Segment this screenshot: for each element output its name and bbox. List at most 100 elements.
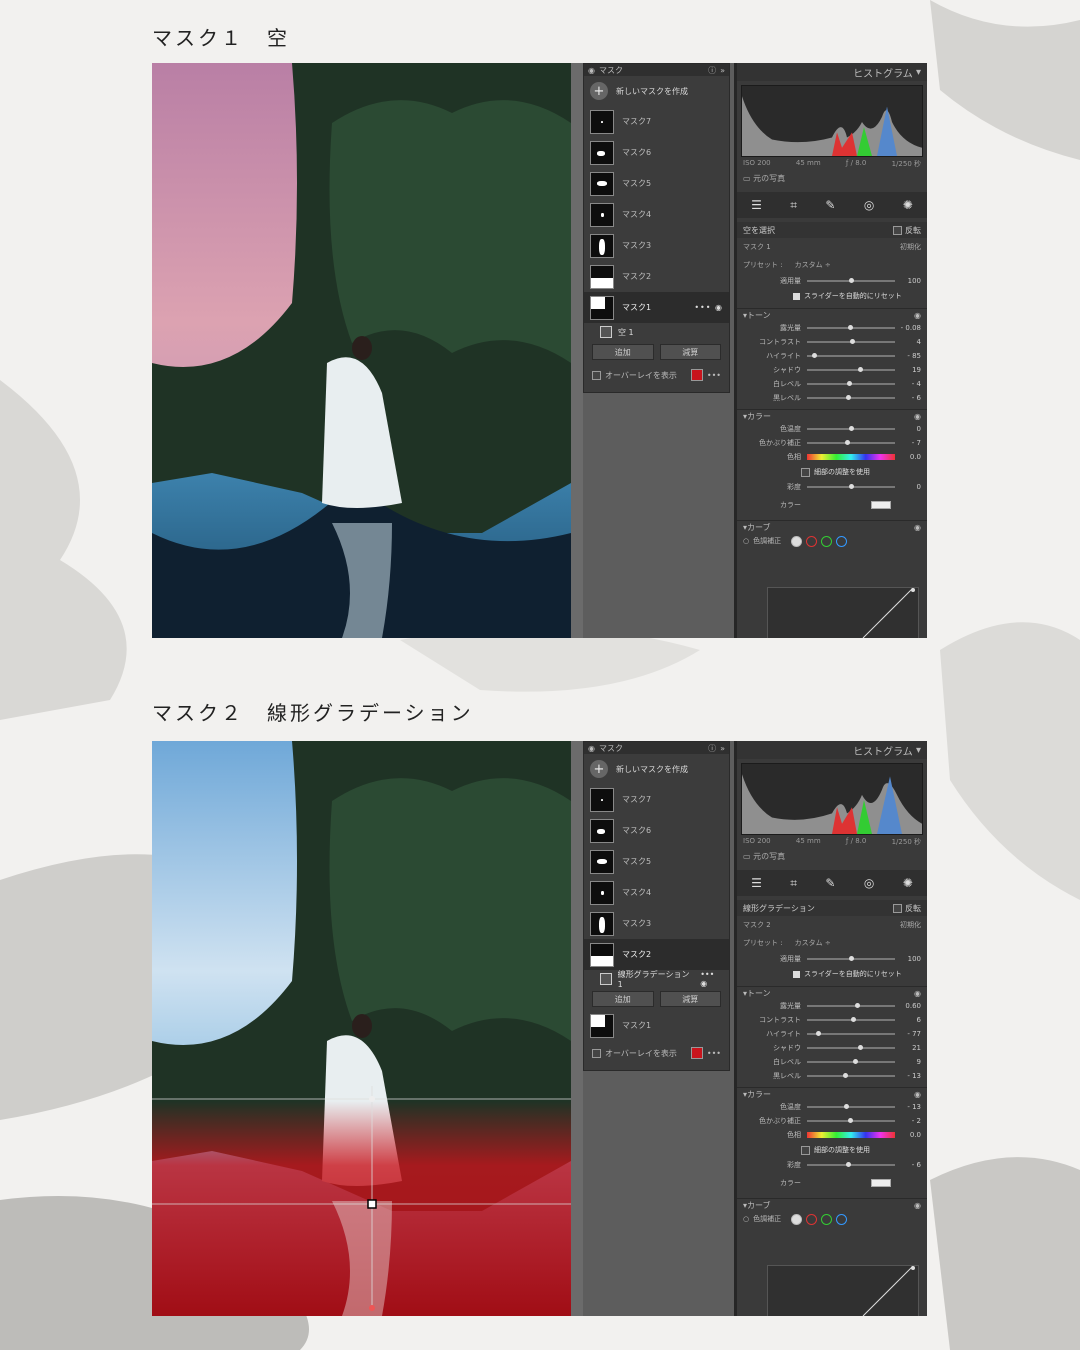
masking-icon[interactable]: ✺ — [903, 876, 913, 890]
original-photo-toggle[interactable]: ▭ 元の写真 — [737, 171, 927, 186]
curve-point-icon[interactable] — [791, 1213, 803, 1225]
overlay-color-swatch[interactable] — [690, 369, 703, 381]
color-swatch[interactable] — [871, 501, 891, 509]
curve-red-icon[interactable] — [806, 535, 818, 547]
adjustment-slider[interactable]: 露光量 - 0.08 — [737, 321, 927, 335]
adjustment-slider[interactable]: 白レベル - 4 — [737, 377, 927, 391]
adjustment-slider[interactable]: 黒レベル - 6 — [737, 391, 927, 405]
photo-canvas[interactable] — [152, 63, 571, 638]
collapse-icon[interactable]: » — [720, 66, 725, 75]
original-photo-toggle[interactable]: ▭ 元の写真 — [737, 849, 927, 864]
redeye-icon[interactable]: ◎ — [864, 876, 874, 890]
slider-track[interactable] — [807, 1118, 895, 1123]
curve-section-header[interactable]: ▾ カーブ ◉ — [737, 520, 927, 533]
healing-icon[interactable]: ✎ — [825, 876, 835, 890]
mask-item-7[interactable]: マスク7 — [584, 106, 729, 137]
histogram-header[interactable]: ヒストグラム ▾ — [737, 63, 927, 81]
eye-icon[interactable]: ◉ — [588, 66, 595, 75]
slider-track[interactable] — [807, 1045, 895, 1050]
adjustment-slider[interactable]: コントラスト 4 — [737, 335, 927, 349]
mask-item-6[interactable]: マスク6 — [584, 137, 729, 168]
slider-track[interactable] — [807, 1104, 895, 1109]
color-swatch[interactable] — [871, 1179, 891, 1187]
eye-icon[interactable]: ◉ — [914, 523, 921, 532]
slider-knob[interactable] — [846, 1162, 852, 1167]
adjustment-slider[interactable]: ハイライト - 85 — [737, 349, 927, 363]
slider-knob[interactable] — [815, 1031, 821, 1036]
more-icon[interactable]: ••• — [707, 371, 721, 380]
masking-icon[interactable]: ✺ — [903, 198, 913, 212]
slider-track[interactable] — [807, 339, 895, 344]
sliders-icon[interactable]: ☰ — [751, 876, 762, 890]
preset-dropdown[interactable]: カスタム ÷ — [795, 260, 831, 270]
help-icon[interactable]: ⓘ — [708, 65, 716, 76]
mask-item-2[interactable]: マスク2 — [584, 261, 729, 292]
fine-adjust-checkbox[interactable] — [801, 467, 810, 477]
fine-adjust-toggle[interactable]: 細部の調整を使用 — [737, 464, 927, 480]
fine-adjust-toggle[interactable]: 細部の調整を使用 — [737, 1142, 927, 1158]
color-section-header[interactable]: ▾ カラー ◉ — [737, 409, 927, 422]
slider-track[interactable] — [807, 395, 895, 400]
mask-item-4[interactable]: マスク4 — [584, 877, 729, 908]
slider-track[interactable] — [807, 1059, 895, 1064]
radio-icon[interactable]: ○ — [743, 537, 749, 545]
curve-green-icon[interactable] — [821, 1213, 833, 1225]
slider-knob[interactable] — [848, 1118, 854, 1123]
adjustment-slider[interactable]: 露光量 0.60 — [737, 999, 927, 1013]
subtract-button[interactable]: 減算 — [659, 344, 721, 360]
sliders-icon[interactable]: ☰ — [751, 198, 762, 212]
help-icon[interactable]: ⓘ — [708, 743, 716, 754]
slider-track[interactable] — [807, 367, 895, 372]
saturation-slider[interactable]: 彩度 0 — [737, 480, 927, 494]
auto-reset-toggle[interactable]: スライダーを自動的にリセット — [737, 288, 927, 304]
color-swatch-row[interactable]: カラー — [737, 1172, 927, 1194]
adjustment-slider[interactable]: 色温度 0 — [737, 422, 927, 436]
adjustment-slider[interactable]: 色かぶり補正 - 2 — [737, 1114, 927, 1128]
eye-icon[interactable]: ◉ — [588, 744, 595, 753]
invert-checkbox[interactable] — [893, 903, 903, 913]
add-button[interactable]: 追加 — [592, 344, 654, 360]
more-icon[interactable]: ••• — [707, 1049, 721, 1058]
tone-curve[interactable] — [767, 587, 919, 639]
color-section-header[interactable]: ▾ カラー ◉ — [737, 1087, 927, 1100]
radio-icon[interactable]: ○ — [743, 1215, 749, 1223]
slider-knob[interactable] — [849, 484, 854, 489]
add-button[interactable]: 追加 — [592, 991, 654, 1007]
invert-checkbox[interactable] — [893, 225, 903, 235]
photo-canvas[interactable] — [152, 741, 571, 1316]
healing-icon[interactable]: ✎ — [825, 198, 835, 212]
subtract-button[interactable]: 減算 — [659, 991, 721, 1007]
slider-knob[interactable] — [852, 1059, 858, 1064]
adjustment-slider[interactable]: シャドウ 21 — [737, 1041, 927, 1055]
slider-knob[interactable] — [842, 1073, 848, 1078]
new-mask-button[interactable]: + 新しいマスクを作成 — [584, 76, 729, 106]
fine-adjust-checkbox[interactable] — [801, 1145, 810, 1155]
adjustment-slider[interactable]: 色かぶり補正 - 7 — [737, 436, 927, 450]
tone-section-header[interactable]: ▾ トーン ◉ — [737, 986, 927, 999]
color-swatch-row[interactable]: カラー — [737, 494, 927, 516]
mask-component-sky[interactable]: 空 1 — [584, 323, 729, 341]
crop-icon[interactable]: ⌗ — [790, 876, 797, 891]
slider-knob[interactable] — [843, 1104, 849, 1109]
adjustment-slider[interactable]: コントラスト 6 — [737, 1013, 927, 1027]
tone-section-header[interactable]: ▾ トーン ◉ — [737, 308, 927, 321]
slider-track[interactable] — [807, 1003, 895, 1008]
slider-knob[interactable] — [849, 339, 855, 344]
slider-track[interactable] — [807, 353, 895, 358]
collapse-icon[interactable]: » — [720, 744, 725, 753]
slider-knob[interactable] — [855, 1003, 861, 1008]
histogram-header[interactable]: ヒストグラム ▾ — [737, 741, 927, 759]
eye-icon[interactable]: ◉ — [914, 1201, 921, 1210]
slider-track[interactable] — [807, 440, 895, 445]
more-options-icon[interactable]: ••• ◉ — [694, 303, 723, 312]
reset-button[interactable]: 初期化 — [900, 242, 921, 252]
hue-slider[interactable]: 色相 0.0 — [737, 450, 927, 464]
curve-blue-icon[interactable] — [836, 1213, 848, 1225]
overlay-checkbox[interactable] — [592, 1048, 601, 1058]
adjustment-slider[interactable]: ハイライト - 77 — [737, 1027, 927, 1041]
mask-item-5[interactable]: マスク5 — [584, 168, 729, 199]
curve-blue-icon[interactable] — [836, 535, 848, 547]
eye-icon[interactable]: ◉ — [914, 412, 921, 421]
auto-reset-toggle[interactable]: スライダーを自動的にリセット — [737, 966, 927, 982]
more-options-icon[interactable]: ••• ◉ — [700, 970, 723, 988]
